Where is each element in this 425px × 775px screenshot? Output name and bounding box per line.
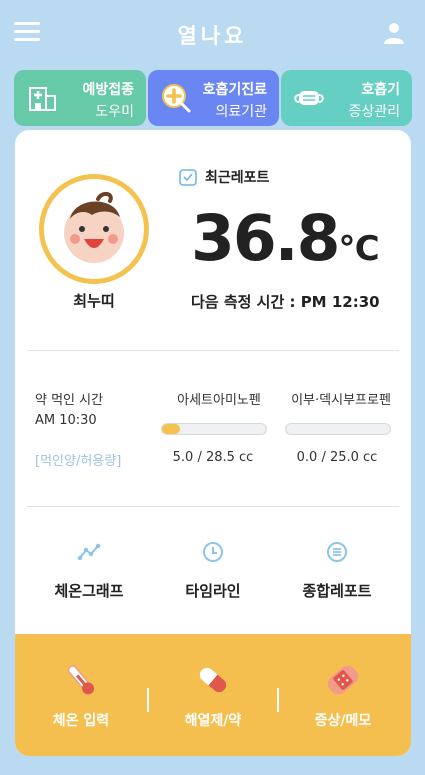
user-icon[interactable] <box>383 22 405 44</box>
tab-respiratory-symptoms-line1: 호흡기 <box>361 82 400 98</box>
top-tabs: 예방접종 도우미 호흡기진료 의료기관 호흡기 증상관리 <box>14 70 412 128</box>
list-icon <box>327 542 347 562</box>
dose-progress-ibuprofen <box>285 423 391 435</box>
tab-respiratory-clinic-line1: 호흡기진료 <box>202 82 267 98</box>
nav-timeline[interactable]: 타임라인 <box>153 540 273 601</box>
tab-vaccination-line2: 도우미 <box>95 104 134 120</box>
child-avatar[interactable] <box>39 174 149 284</box>
medication-label: 약 먹인 시간 <box>35 393 104 408</box>
dose-value-acetaminophen: 5.0 / 28.5 cc <box>172 450 254 465</box>
medication-time-label: 약 먹인 시간 AM 10:30 <box>35 391 103 431</box>
dose-allowance-link[interactable]: [먹인양/허용량] <box>35 450 121 469</box>
thermometer-icon <box>67 665 95 695</box>
drug-name-ibuprofen: 이부·덱시부프로펜 <box>291 393 391 408</box>
search-plus-icon <box>162 84 191 113</box>
action-temperature-input[interactable]: 체온 입력 <box>21 660 141 730</box>
divider <box>27 506 399 507</box>
action-bar: 체온 입력 해열제/약 증상/메모 <box>15 634 411 756</box>
clipboard-check-icon <box>179 169 197 186</box>
separator <box>147 688 149 712</box>
tab-vaccination-line1: 예방접종 <box>82 82 134 98</box>
dose-progress-acetaminophen <box>161 423 267 435</box>
tab-vaccination[interactable]: 예방접종 도우미 <box>14 70 146 126</box>
action-symptom-memo[interactable]: 증상/메모 <box>283 660 403 730</box>
mask-icon <box>294 91 324 105</box>
nav-summary-report-label: 종합레포트 <box>302 582 372 600</box>
temperature-unit: ℃ <box>338 229 380 269</box>
recent-report-label[interactable]: 최근레포트 <box>205 167 269 187</box>
bandage-icon <box>327 665 359 695</box>
baby-face-icon <box>64 192 124 263</box>
drug-name-acetaminophen: 아세트아미노펜 <box>177 393 261 408</box>
dose-progress-fill <box>162 424 181 434</box>
clock-icon <box>203 542 223 562</box>
action-medicine[interactable]: 해열제/약 <box>153 660 273 730</box>
tab-respiratory-clinic[interactable]: 호흡기진료 의료기관 <box>148 70 279 126</box>
next-measure-time: 다음 측정 시간 : PM 12:30 <box>191 293 380 311</box>
temperature-display: 36.8℃ <box>191 202 380 275</box>
divider <box>27 350 399 351</box>
nav-temperature-graph[interactable]: 체온그래프 <box>29 540 149 601</box>
hospital-icon <box>29 87 56 111</box>
nav-summary-report[interactable]: 종합레포트 <box>277 540 397 601</box>
pill-icon <box>199 667 227 693</box>
child-name: 최누띠 <box>73 292 115 310</box>
medication-time: AM 10:30 <box>35 413 97 428</box>
action-medicine-label: 해열제/약 <box>184 713 242 729</box>
main-card: 최누띠 최근레포트 36.8℃ 다음 측정 시간 : PM 12:30 약 먹인… <box>15 130 411 756</box>
separator <box>277 688 279 712</box>
nav-timeline-label: 타임라인 <box>185 582 241 600</box>
action-temperature-input-label: 체온 입력 <box>52 713 110 729</box>
action-symptom-memo-label: 증상/메모 <box>314 713 372 729</box>
tab-respiratory-symptoms-line2: 증상관리 <box>348 104 400 120</box>
graph-icon <box>77 543 101 561</box>
tab-respiratory-clinic-line2: 의료기관 <box>215 104 267 120</box>
temperature-value: 36.8 <box>191 202 340 275</box>
nav-temperature-graph-label: 체온그래프 <box>54 582 124 600</box>
dose-value-ibuprofen: 0.0 / 25.0 cc <box>296 450 378 465</box>
app-title: 열나요 <box>177 24 248 48</box>
app-header: 열나요 <box>0 0 425 64</box>
tab-respiratory-symptoms[interactable]: 호흡기 증상관리 <box>281 70 412 126</box>
